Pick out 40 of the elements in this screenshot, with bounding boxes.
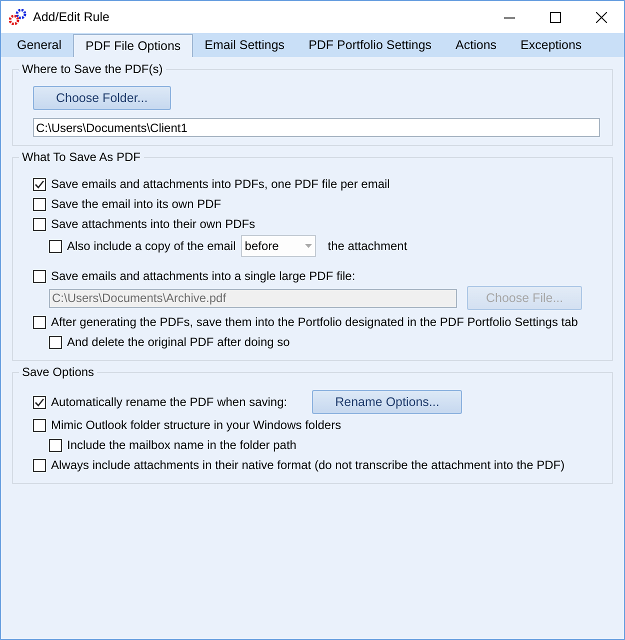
checkbox[interactable] <box>33 458 46 472</box>
checkbox[interactable] <box>33 396 46 408</box>
label-text: the attachment <box>328 238 408 255</box>
close-icon[interactable] <box>596 12 606 22</box>
checkbox[interactable] <box>33 270 46 282</box>
tab[interactable]: PDF Portfolio Settings <box>296 33 444 57</box>
button[interactable]: Choose Folder... <box>33 86 171 110</box>
checkbox[interactable] <box>49 240 62 252</box>
maximize-icon[interactable] <box>550 12 560 22</box>
checkbox-label[interactable]: Include the mailbox name in the folder path <box>67 436 296 454</box>
checkbox[interactable] <box>33 316 46 328</box>
group-title: Save Options <box>19 365 98 380</box>
checkbox-label[interactable]: Also include a copy of the email <box>67 237 236 255</box>
checkbox-label[interactable]: After generating the PDFs, save them into the Portfolio designated in the PDF Portfolio Settings tab <box>51 313 578 331</box>
group-title: Where to Save the PDF(s) <box>19 62 166 77</box>
checkbox-label[interactable]: Save emails and attachments into PDFs, one PDF file per email <box>51 175 390 193</box>
checkbox[interactable] <box>49 336 62 348</box>
checkbox-label[interactable]: And delete the original PDF after doing so <box>67 333 290 351</box>
tab[interactable]: General <box>5 33 74 57</box>
checkbox[interactable] <box>33 218 46 230</box>
checkbox[interactable] <box>33 418 46 432</box>
checkbox-label[interactable]: Save emails and attachments into a single large PDF file: <box>51 267 356 285</box>
path-field[interactable]: C:\Users\Documents\Client1 <box>33 118 600 137</box>
tab[interactable]: Email Settings <box>192 33 297 57</box>
tab[interactable]: Actions <box>444 33 509 57</box>
window-title: Add/Edit Rule <box>33 8 110 26</box>
checkbox-label[interactable]: Mimic Outlook folder structure in your Windows folders <box>51 416 342 434</box>
caret-icon <box>304 244 312 248</box>
tab[interactable]: Exceptions <box>508 33 594 57</box>
gears-icon <box>9 9 27 25</box>
dropdown[interactable]: before <box>240 235 316 257</box>
checkbox-label[interactable]: Automatically rename the PDF when saving: <box>51 393 288 411</box>
checkbox-label[interactable]: Always include attachments in their native format (do not transcribe the attachment into the PDF) <box>51 456 565 474</box>
tab[interactable]: PDF File Options <box>73 34 193 58</box>
checkbox[interactable] <box>33 178 46 190</box>
checkbox[interactable] <box>49 438 62 452</box>
button[interactable]: Rename Options... <box>312 390 462 414</box>
checkbox-label[interactable]: Save attachments into their own PDFs <box>51 215 256 233</box>
checkbox[interactable] <box>33 198 46 210</box>
checkbox-label[interactable]: Save the email into its own PDF <box>51 195 222 213</box>
